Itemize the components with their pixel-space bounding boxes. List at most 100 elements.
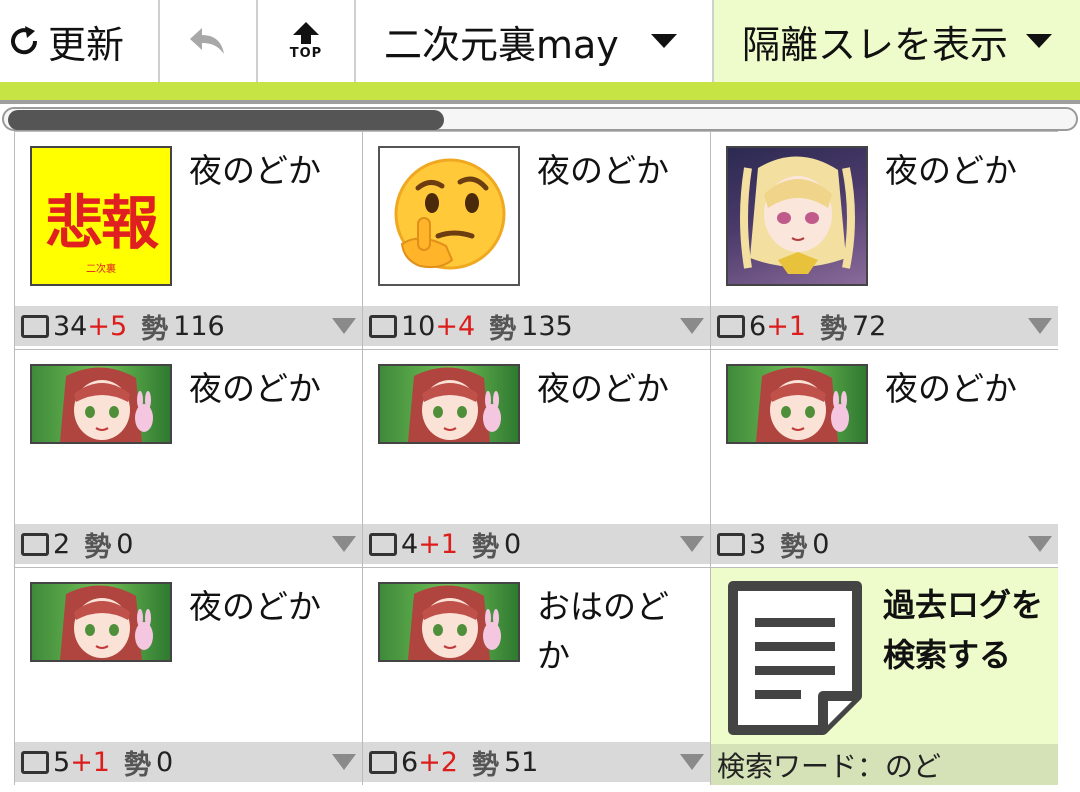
res-count: 3 <box>749 528 767 560</box>
thread-info-bar: 34+5 勢 116 <box>15 306 362 346</box>
thread-cell[interactable]: 夜のどか 4+1 勢 0 <box>362 349 710 567</box>
momentum-value: 72 <box>852 310 887 342</box>
momentum-value: 0 <box>504 528 522 560</box>
thread-title: 夜のどか <box>885 151 1017 190</box>
thread-thumbnail <box>378 582 520 662</box>
thread-cell[interactable]: 夜のどか 6+1 勢 72 <box>710 131 1058 349</box>
thread-info-bar: 2 勢 0 <box>15 524 362 564</box>
scroll-top-button[interactable]: TOP <box>258 0 356 82</box>
comment-icon <box>21 532 49 556</box>
isolated-threads-dropdown[interactable]: 隔離スレを表示 <box>714 0 1080 82</box>
up-arrow-icon <box>293 22 319 44</box>
back-button[interactable] <box>160 0 258 82</box>
thread-thumbnail <box>378 146 520 286</box>
menu-triangle-icon[interactable] <box>1028 318 1052 334</box>
thread-cell[interactable]: 夜のどか 5+1 勢 0 <box>14 567 362 785</box>
board-name: 二次元裏may <box>384 22 619 67</box>
anime-character-image <box>408 585 501 660</box>
divider-line <box>0 100 1080 104</box>
momentum-value: 51 <box>504 746 539 778</box>
search-past-logs-button[interactable]: 過去ログを検索する 検索ワード：のど <box>710 567 1058 785</box>
thread-title: 夜のどか <box>189 151 321 190</box>
anime-character-image <box>408 367 501 442</box>
res-count: 2 <box>53 528 71 560</box>
comment-icon <box>21 314 49 338</box>
comment-icon <box>369 532 397 556</box>
momentum-label: 勢 <box>472 531 499 563</box>
anime-character-image <box>60 367 153 442</box>
res-count: 10+4 <box>401 310 476 342</box>
momentum-label: 勢 <box>84 531 112 563</box>
momentum-label: 勢 <box>489 313 517 345</box>
thread-thumbnail: 悲報 二次裏 <box>30 146 172 286</box>
comment-icon <box>717 314 745 338</box>
thread-info-bar: 6+1 勢 72 <box>711 306 1058 346</box>
comment-icon <box>369 314 397 338</box>
res-count: 4+1 <box>401 528 458 560</box>
refresh-button[interactable]: 更新 <box>0 0 160 82</box>
momentum-value: 135 <box>521 310 573 342</box>
chevron-down-icon <box>650 34 677 48</box>
menu-triangle-icon[interactable] <box>332 536 356 552</box>
anime-character-image <box>60 585 153 660</box>
toolbar: 更新 TOP 二次元裏may 隔離スレを表示 <box>0 0 1080 82</box>
momentum-label: 勢 <box>820 313 847 345</box>
thread-thumbnail <box>30 582 172 662</box>
thread-title: 夜のどか <box>537 151 669 190</box>
thread-cell[interactable]: 夜のどか 3 勢 0 <box>710 349 1058 567</box>
res-count: 34+5 <box>53 310 128 342</box>
top-label: TOP <box>289 46 323 61</box>
momentum-label: 勢 <box>472 749 499 781</box>
momentum-label: 勢 <box>124 749 151 781</box>
thread-title: 夜のどか <box>189 587 321 626</box>
momentum-value: 0 <box>116 528 134 560</box>
res-count: 5+1 <box>53 746 110 778</box>
menu-triangle-icon[interactable] <box>1028 536 1052 552</box>
anime-character-image <box>740 156 855 274</box>
thread-cell[interactable]: おはのどか 6+2 勢 51 <box>362 567 710 785</box>
menu-triangle-icon[interactable] <box>680 318 704 334</box>
thread-cell[interactable]: 夜のどか 2 勢 0 <box>14 349 362 567</box>
menu-triangle-icon[interactable] <box>332 318 356 334</box>
thread-cell[interactable]: 悲報 二次裏 夜のどか 34+5 勢 116 <box>14 131 362 349</box>
comment-icon <box>21 750 49 774</box>
accent-divider <box>0 82 1080 100</box>
search-title: 過去ログを検索する <box>883 586 1044 674</box>
isolated-label: 隔離スレを表示 <box>742 22 1009 67</box>
thread-cell[interactable]: 夜のどか 10+4 勢 135 <box>362 131 710 349</box>
reply-arrow-icon <box>190 28 224 54</box>
chevron-down-icon <box>1026 34 1053 48</box>
thread-title: おはのどか <box>537 587 669 675</box>
menu-triangle-icon[interactable] <box>680 536 704 552</box>
thread-title: 夜のどか <box>885 369 1017 408</box>
refresh-label: 更新 <box>48 22 125 67</box>
thread-thumbnail <box>726 146 868 286</box>
comment-icon <box>717 532 745 556</box>
momentum-label: 勢 <box>141 313 169 345</box>
menu-triangle-icon[interactable] <box>332 754 356 770</box>
thread-thumbnail <box>30 364 172 444</box>
thumbnail-caption: 二次裏 <box>86 264 116 275</box>
thread-info-bar: 6+2 勢 51 <box>363 742 710 782</box>
thread-title: 夜のどか <box>537 369 669 408</box>
thread-thumbnail <box>378 364 520 444</box>
momentum-value: 116 <box>173 310 225 342</box>
comment-icon <box>369 750 397 774</box>
thread-info-bar: 3 勢 0 <box>711 524 1058 564</box>
thread-info-bar: 5+1 勢 0 <box>15 742 362 782</box>
thread-info-bar: 10+4 勢 135 <box>363 306 710 346</box>
thinking-face-icon <box>394 158 506 270</box>
momentum-value: 0 <box>812 528 830 560</box>
thread-info-bar: 4+1 勢 0 <box>363 524 710 564</box>
res-count: 6+2 <box>401 746 458 778</box>
document-icon <box>728 581 862 735</box>
thread-thumbnail <box>726 364 868 444</box>
refresh-icon <box>11 26 38 55</box>
search-keyword: 検索ワード：のど <box>711 744 1058 785</box>
momentum-value: 0 <box>156 746 174 778</box>
anime-character-image <box>756 367 849 442</box>
menu-triangle-icon[interactable] <box>680 754 704 770</box>
scrollbar-thumb[interactable] <box>8 110 444 130</box>
board-selector[interactable]: 二次元裏may <box>356 0 714 82</box>
thumbnail-text: 悲報 <box>44 189 159 257</box>
